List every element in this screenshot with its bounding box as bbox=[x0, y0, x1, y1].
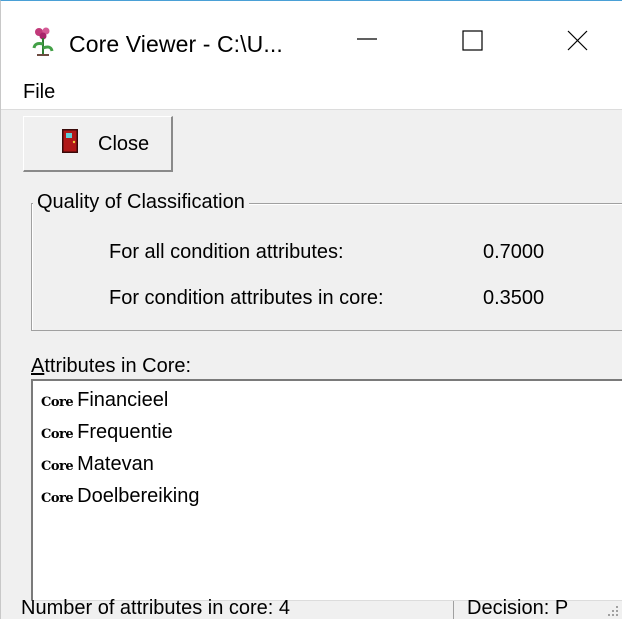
list-item[interactable]: Core Financieel bbox=[41, 389, 168, 417]
quality-group bbox=[31, 203, 622, 331]
attributes-listbox[interactable]: Core Financieel Core Frequentie Core Mateva… bbox=[31, 379, 622, 601]
status-separator bbox=[453, 601, 454, 619]
core-attributes-label: For condition attributes in core: bbox=[109, 287, 384, 309]
core-viewer-window: Core Viewer - C:\U... File Close Quality… bbox=[0, 0, 622, 619]
attributes-label-accelerator: A bbox=[31, 355, 45, 377]
minimize-icon bbox=[357, 38, 377, 40]
close-icon bbox=[567, 30, 588, 51]
list-item-label: Doelbereiking bbox=[77, 485, 200, 507]
status-attribute-count: Number of attributes in core: 4 bbox=[21, 597, 291, 619]
core-tag-icon: Core bbox=[41, 459, 74, 474]
minimize-button[interactable] bbox=[335, 19, 397, 63]
menu-file[interactable]: File bbox=[23, 81, 55, 104]
attributes-label: Attributes in Core: bbox=[31, 355, 191, 378]
close-button[interactable]: Close bbox=[23, 116, 173, 172]
status-decision: Decision: P bbox=[467, 597, 569, 619]
list-item[interactable]: Core Doelbereiking bbox=[41, 485, 199, 513]
list-item-label: Financieel bbox=[77, 389, 169, 411]
list-item-label: Frequentie bbox=[77, 421, 173, 443]
resize-grip-icon[interactable] bbox=[607, 605, 619, 617]
core-attributes-value: 0.3500 bbox=[483, 287, 545, 309]
list-item-label: Matevan bbox=[77, 453, 154, 475]
maximize-button[interactable] bbox=[443, 19, 505, 63]
attributes-label-rest: ttributes in Core: bbox=[44, 355, 192, 377]
all-attributes-label: For all condition attributes: bbox=[109, 241, 344, 263]
quality-group-legend: Quality of Classification bbox=[33, 191, 249, 214]
flower-app-icon bbox=[32, 27, 54, 56]
core-tag-icon: Core bbox=[41, 491, 74, 506]
title-bar[interactable]: Core Viewer - C:\U... bbox=[1, 1, 622, 75]
maximize-icon bbox=[462, 30, 483, 51]
toolbar: Close bbox=[1, 109, 622, 176]
core-tag-icon: Core bbox=[41, 395, 74, 410]
status-bar: Number of attributes in core: 4 Decision… bbox=[1, 597, 622, 619]
all-attributes-value: 0.7000 bbox=[483, 241, 545, 263]
list-item[interactable]: Core Matevan bbox=[41, 453, 154, 481]
menu-bar: File bbox=[1, 75, 622, 109]
door-icon bbox=[62, 129, 78, 153]
close-window-button[interactable] bbox=[547, 19, 609, 63]
window-title: Core Viewer - C:\U... bbox=[69, 31, 283, 57]
list-item[interactable]: Core Frequentie bbox=[41, 421, 173, 449]
core-tag-icon: Core bbox=[41, 427, 74, 442]
close-button-label: Close bbox=[98, 133, 150, 155]
